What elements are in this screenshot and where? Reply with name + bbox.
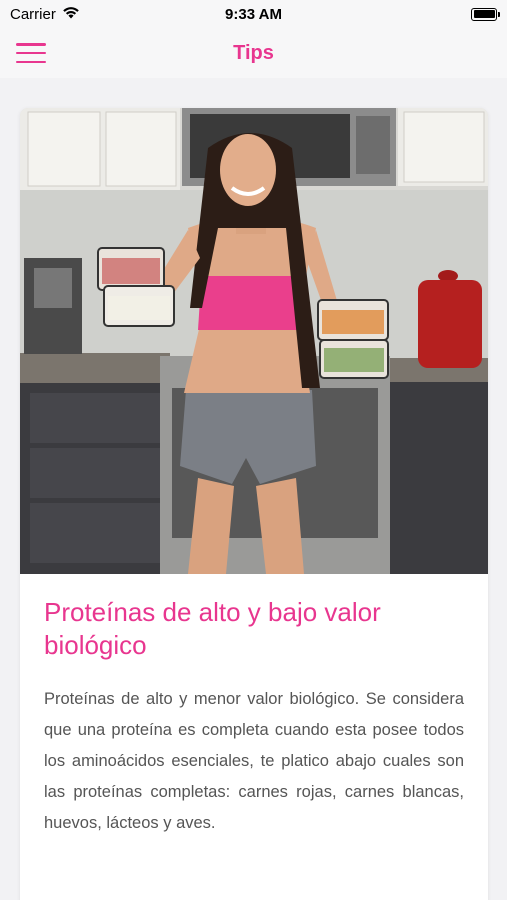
- article-title: Proteínas de alto y bajo valor biológico: [44, 597, 381, 660]
- status-left: Carrier: [10, 6, 80, 23]
- tip-card[interactable]: Proteínas de alto y bajo valor biológico…: [20, 108, 488, 900]
- wifi-icon: [62, 6, 80, 23]
- navigation-bar: Tips: [0, 28, 507, 78]
- status-bar: Carrier 9:33 AM: [0, 0, 507, 28]
- article-image: [20, 108, 488, 574]
- carrier-label: Carrier: [10, 5, 56, 23]
- page-title: Tips: [233, 41, 274, 64]
- battery-icon: [471, 7, 500, 21]
- card-body: Proteínas de alto y bajo valor biológico…: [20, 574, 488, 839]
- article-body: Proteínas de alto y menor valor biológic…: [44, 690, 464, 832]
- hamburger-menu-icon[interactable]: [16, 43, 46, 63]
